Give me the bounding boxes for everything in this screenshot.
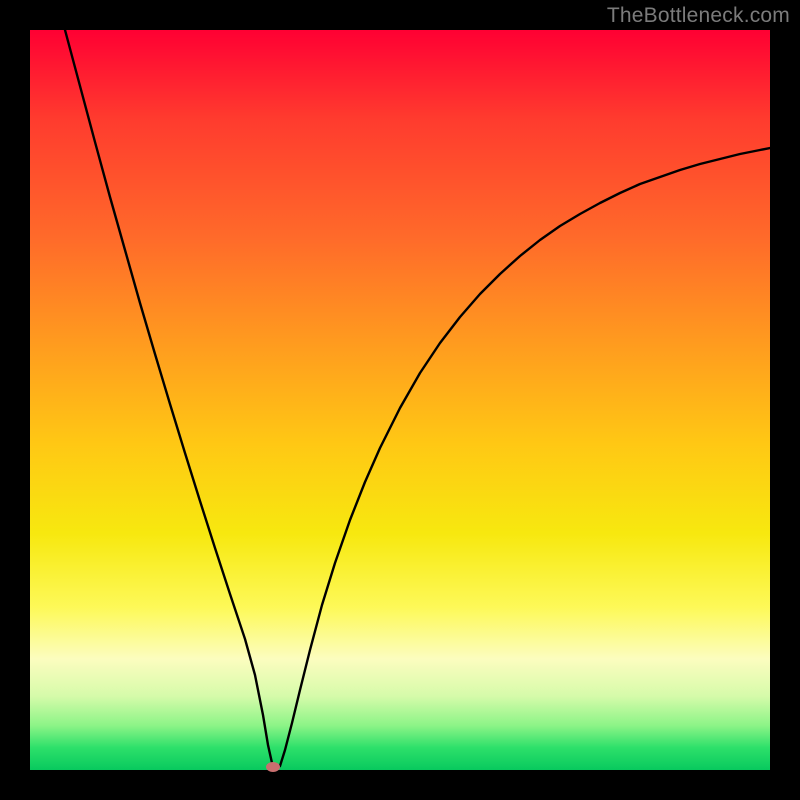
chart-container: TheBottleneck.com: [0, 0, 800, 800]
optimum-marker: [266, 762, 280, 772]
plot-area: [30, 30, 770, 770]
watermark-label: TheBottleneck.com: [607, 4, 790, 28]
